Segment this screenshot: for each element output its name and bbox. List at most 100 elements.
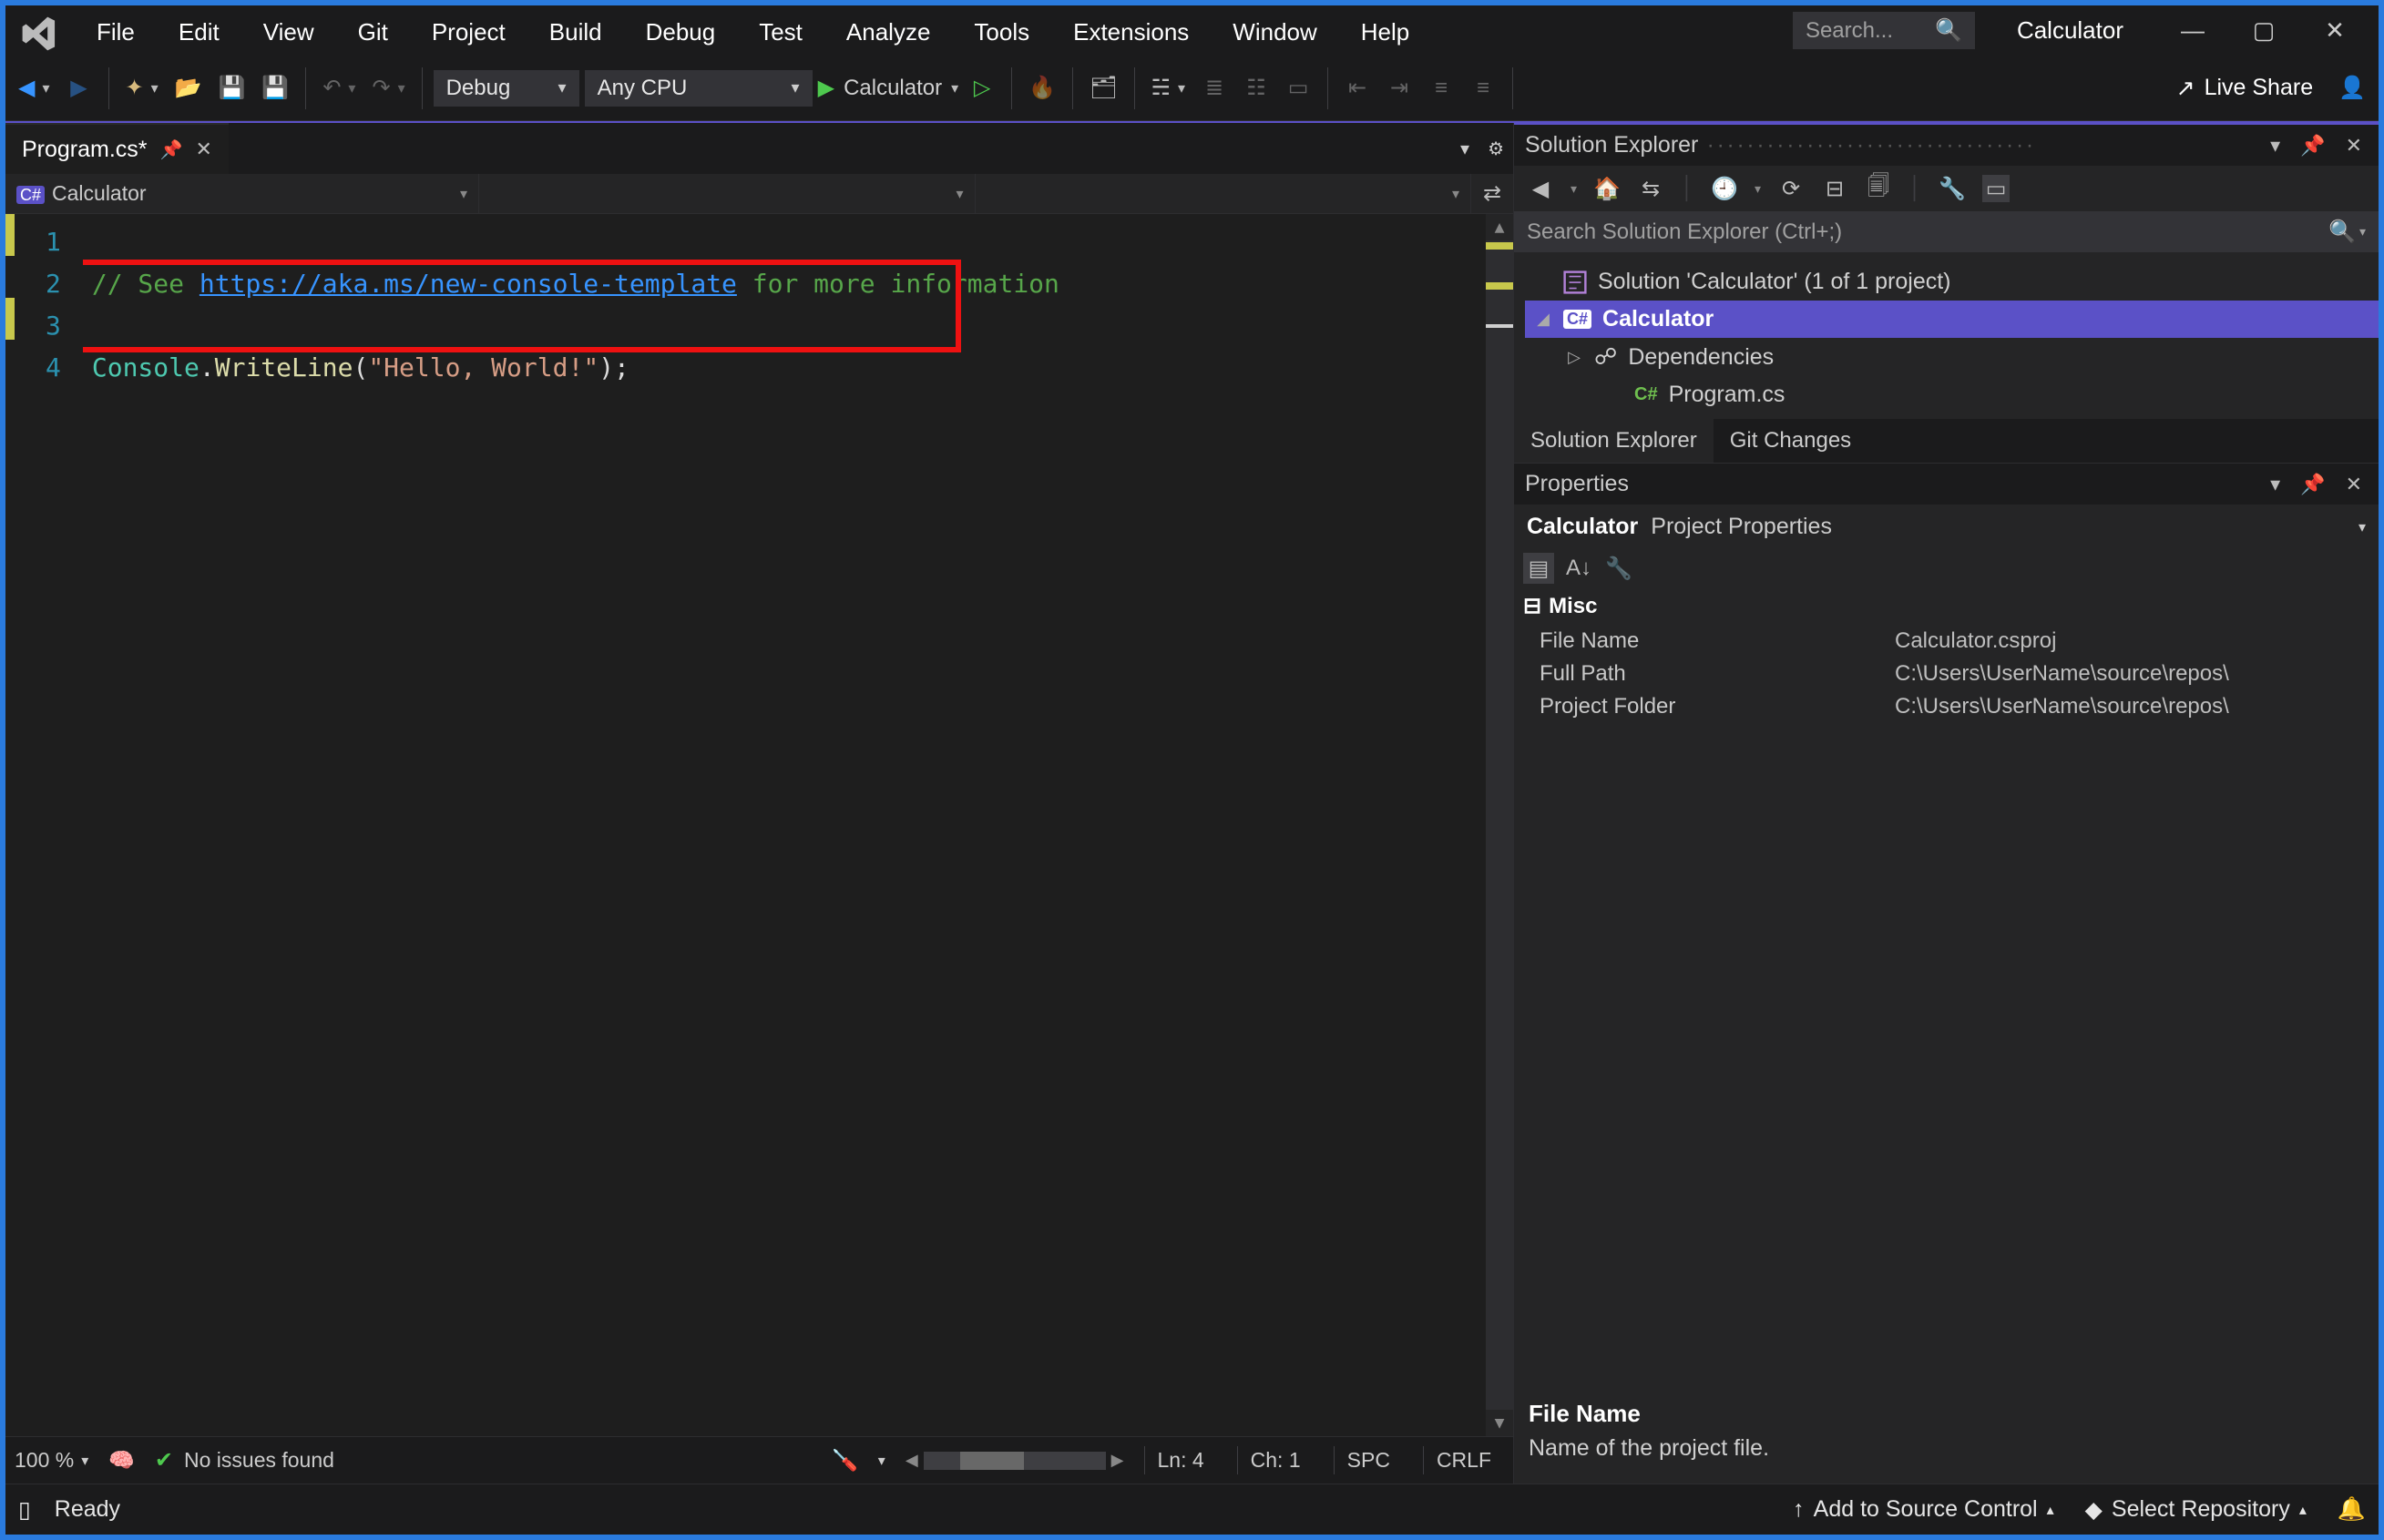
caret-col[interactable]: Ch: 1 — [1237, 1446, 1314, 1474]
pin-icon[interactable]: 📌 — [160, 138, 183, 161]
menu-edit[interactable]: Edit — [157, 9, 241, 56]
nav-back-button[interactable]: ◀ — [13, 67, 56, 109]
platform-combo[interactable]: Any CPU — [585, 70, 813, 107]
file-node-program[interactable]: C# Program.cs — [1525, 376, 2379, 413]
scroll-right-icon[interactable]: ▶ — [1111, 1451, 1124, 1470]
undo-button[interactable]: ↶ — [317, 67, 361, 109]
tab-git-changes[interactable]: Git Changes — [1714, 419, 1867, 463]
tb-btn-a[interactable]: ☵ — [1146, 67, 1192, 109]
nav-scope-combo[interactable]: C#Calculator — [5, 174, 479, 213]
pin-icon[interactable]: 📌 — [2295, 473, 2330, 496]
title-search[interactable]: Search... 🔍 — [1793, 12, 1975, 49]
se-showall-button[interactable]: 🗐 — [1865, 175, 1892, 202]
find-in-files-button[interactable]: 🗂 — [1084, 67, 1122, 109]
solution-node[interactable]: Solution 'Calculator' (1 of 1 project) — [1525, 263, 2379, 301]
indent-button[interactable]: ⇥ — [1381, 67, 1417, 109]
prop-row-filename[interactable]: File Name Calculator.csproj — [1514, 625, 2379, 658]
comment-button[interactable]: ≡ — [1423, 67, 1459, 109]
se-collapse-button[interactable]: ⊟ — [1821, 175, 1848, 202]
caret-line[interactable]: Ln: 4 — [1144, 1446, 1217, 1474]
nav-fwd-button[interactable]: ▶ — [61, 67, 97, 109]
redo-button[interactable]: ↷ — [366, 67, 410, 109]
menu-build[interactable]: Build — [527, 9, 624, 56]
add-to-source-control[interactable]: ↑ Add to Source Control ▴ — [1793, 1496, 2054, 1523]
prop-row-fullpath[interactable]: Full Path C:\Users\UserName\source\repos… — [1514, 658, 2379, 690]
intellisense-icon[interactable]: 🧠 — [108, 1448, 135, 1473]
prop-alpha-button[interactable]: A↓ — [1563, 553, 1594, 584]
se-preview-button[interactable]: ▭ — [1982, 175, 2010, 202]
pin-icon[interactable]: 📌 — [2295, 134, 2330, 158]
solution-explorer-search[interactable]: Search Solution Explorer (Ctrl+;) 🔍▾ — [1514, 211, 2379, 252]
menu-project[interactable]: Project — [410, 9, 527, 56]
se-properties-button[interactable]: 🔧 — [1939, 175, 1966, 202]
code-link[interactable]: https://aka.ms/new-console-template — [200, 269, 737, 299]
nav-member-combo[interactable] — [976, 174, 1472, 213]
code-editor[interactable]: 1 2 3 4 // See https://aka.ms/new-consol… — [5, 214, 1513, 1436]
close-icon[interactable]: ✕ — [2340, 473, 2368, 496]
save-all-button[interactable]: 💾 — [256, 67, 294, 109]
menu-file[interactable]: File — [75, 9, 157, 56]
project-node[interactable]: ◢ C# Calculator — [1525, 301, 2379, 338]
window-maximize-button[interactable]: ▢ — [2236, 11, 2291, 51]
menu-window[interactable]: Window — [1211, 9, 1338, 56]
tb-btn-b[interactable]: ≣ — [1196, 67, 1233, 109]
dependencies-node[interactable]: ▷ ☍ Dependencies — [1525, 338, 2379, 376]
menu-extensions[interactable]: Extensions — [1051, 9, 1211, 56]
scroll-left-icon[interactable]: ◀ — [906, 1451, 918, 1470]
eol-mode[interactable]: CRLF — [1423, 1446, 1504, 1474]
start-debug-button[interactable]: ▶ Calculator ▾ — [818, 75, 959, 101]
menu-analyze[interactable]: Analyze — [824, 9, 953, 56]
se-back-button[interactable]: ◀ — [1527, 175, 1554, 202]
live-share-button[interactable]: ↗ Live Share — [2176, 75, 2313, 102]
window-close-button[interactable]: ✕ — [2307, 11, 2362, 51]
tab-settings-button[interactable]: ⚙ — [1478, 138, 1513, 160]
start-no-debug-button[interactable]: ▷ — [964, 67, 1000, 109]
panel-menu-button[interactable]: ▾ — [2265, 473, 2286, 496]
se-pending-button[interactable]: 🕘 — [1711, 175, 1738, 202]
output-pane-icon[interactable]: ▯ — [18, 1496, 31, 1524]
close-icon[interactable]: ✕ — [195, 138, 211, 161]
code-text[interactable]: // See https://aka.ms/new-console-templa… — [83, 214, 1486, 1436]
split-editor-button[interactable]: ⇄ — [1471, 180, 1513, 207]
scroll-down-icon[interactable]: ▼ — [1495, 1410, 1505, 1436]
tb-btn-c[interactable]: ☷ — [1238, 67, 1274, 109]
select-repository[interactable]: ◆ Select Repository ▴ — [2085, 1496, 2307, 1524]
prop-row-projectfolder[interactable]: Project Folder C:\Users\UserName\source\… — [1514, 690, 2379, 723]
whitespace-mode[interactable]: SPC — [1334, 1446, 1403, 1474]
scroll-up-icon[interactable]: ▲ — [1495, 214, 1505, 240]
prop-category-misc[interactable]: ⊟ Misc — [1514, 587, 2379, 625]
close-icon[interactable]: ✕ — [2340, 134, 2368, 158]
menu-help[interactable]: Help — [1339, 9, 1431, 56]
prop-pages-button[interactable]: 🔧 — [1603, 553, 1634, 584]
se-home-button[interactable]: 🏠 — [1593, 175, 1621, 202]
hot-reload-button[interactable]: 🔥 — [1023, 67, 1061, 109]
se-refresh-button[interactable]: ⟳ — [1777, 175, 1805, 202]
account-button[interactable]: 👤 — [2333, 67, 2371, 109]
se-switch-button[interactable]: ⇆ — [1637, 175, 1664, 202]
properties-object-row[interactable]: Calculator Project Properties ▾ — [1514, 505, 2379, 549]
nav-type-combo[interactable] — [479, 174, 976, 213]
notifications-icon[interactable]: 🔔 — [2338, 1496, 2366, 1523]
menu-debug[interactable]: Debug — [624, 9, 738, 56]
config-combo[interactable]: Debug — [434, 70, 579, 107]
menu-test[interactable]: Test — [737, 9, 824, 56]
open-file-button[interactable]: 📂 — [169, 67, 208, 109]
uncomment-button[interactable]: ≡ — [1465, 67, 1501, 109]
menu-git[interactable]: Git — [336, 9, 410, 56]
issues-indicator[interactable]: ✔ No issues found — [155, 1447, 334, 1474]
new-item-button[interactable]: ✦ — [120, 67, 164, 109]
menu-view[interactable]: View — [241, 9, 336, 56]
tab-overflow-button[interactable]: ▾ — [1451, 138, 1478, 160]
screwdriver-icon[interactable]: 🪛 — [832, 1448, 858, 1473]
window-minimize-button[interactable]: — — [2165, 11, 2220, 51]
editor-hscroll[interactable]: ◀ ▶ — [906, 1451, 1124, 1470]
tb-btn-d[interactable]: ▭ — [1280, 67, 1316, 109]
outdent-button[interactable]: ⇤ — [1339, 67, 1376, 109]
panel-menu-button[interactable]: ▾ — [2265, 134, 2286, 158]
tab-solution-explorer[interactable]: Solution Explorer — [1514, 419, 1714, 463]
editor-vscroll[interactable]: ▲ ▼ — [1486, 214, 1513, 1436]
prop-categorized-button[interactable]: ▤ — [1523, 553, 1554, 584]
save-button[interactable]: 💾 — [213, 67, 251, 109]
menu-tools[interactable]: Tools — [952, 9, 1051, 56]
zoom-control[interactable]: 100 % ▾ — [15, 1448, 88, 1473]
